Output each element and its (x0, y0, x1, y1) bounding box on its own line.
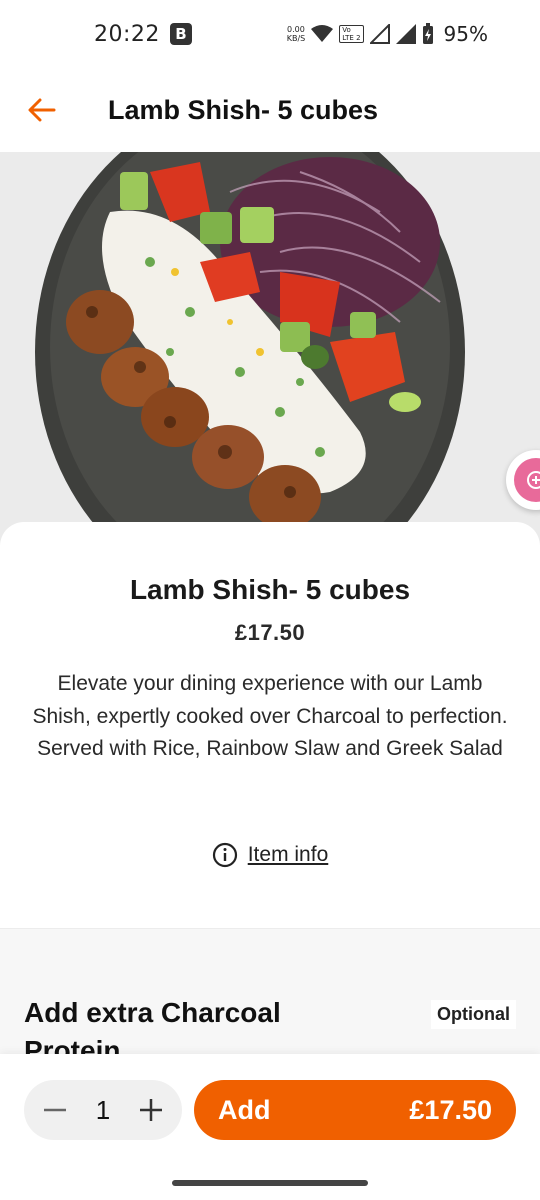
quantity-value: 1 (95, 1094, 111, 1125)
add-button-price: £17.50 (409, 1094, 492, 1125)
network-speed-value: 0.00 (287, 25, 305, 34)
item-info-label: Item info (247, 843, 329, 866)
info-icon (212, 842, 237, 868)
minus-icon (44, 1108, 66, 1112)
food-plate-image (0, 152, 540, 552)
status-b-badge: B (169, 23, 192, 45)
optional-badge: Optional (431, 1000, 516, 1029)
add-icon (527, 471, 540, 489)
arrow-left-icon (28, 98, 56, 122)
increase-quantity-button[interactable] (134, 1093, 168, 1127)
plus-circle-icon (514, 458, 540, 502)
volte-top: Vo (342, 26, 351, 34)
item-info-link[interactable]: Item info (0, 842, 540, 868)
item-photo (0, 152, 540, 552)
app-header: Lamb Shish- 5 cubes (0, 68, 540, 152)
bottom-action-bar: 1 Add £17.50 (0, 1054, 540, 1200)
home-indicator[interactable] (172, 1180, 368, 1186)
signal-icon (369, 24, 390, 44)
status-time: 20:22 (94, 21, 160, 47)
status-indicators: 0.00 KB/S Vo LTE 2 95% (287, 22, 488, 46)
option-group-title: Add extra Charcoal Protein (24, 997, 281, 1056)
item-price: £17.50 (234, 620, 306, 645)
add-button-label: Add (218, 1094, 271, 1125)
battery-percent: 95% (443, 22, 488, 46)
network-speed-unit: KB/S (286, 34, 306, 43)
quantity-stepper: 1 (24, 1080, 182, 1140)
wifi-icon (311, 25, 334, 42)
add-to-basket-button[interactable]: Add £17.50 (194, 1080, 516, 1140)
network-speed: 0.00 KB/S (287, 25, 306, 43)
page-title: Lamb Shish- 5 cubes (108, 94, 379, 125)
decrease-quantity-button[interactable] (38, 1093, 72, 1127)
plus-icon (140, 1099, 162, 1121)
item-title: Lamb Shish- 5 cubes (129, 574, 411, 605)
signal-icon (395, 24, 416, 44)
volte-badge: Vo LTE 2 (339, 25, 364, 43)
back-button[interactable] (0, 68, 84, 152)
status-bar: 20:22 B 0.00 KB/S Vo LTE 2 95% (0, 0, 540, 68)
item-description: Elevate your dining experience with our … (32, 672, 508, 760)
volte-bottom: LTE 2 (342, 34, 361, 42)
battery-charging-icon (422, 23, 433, 44)
